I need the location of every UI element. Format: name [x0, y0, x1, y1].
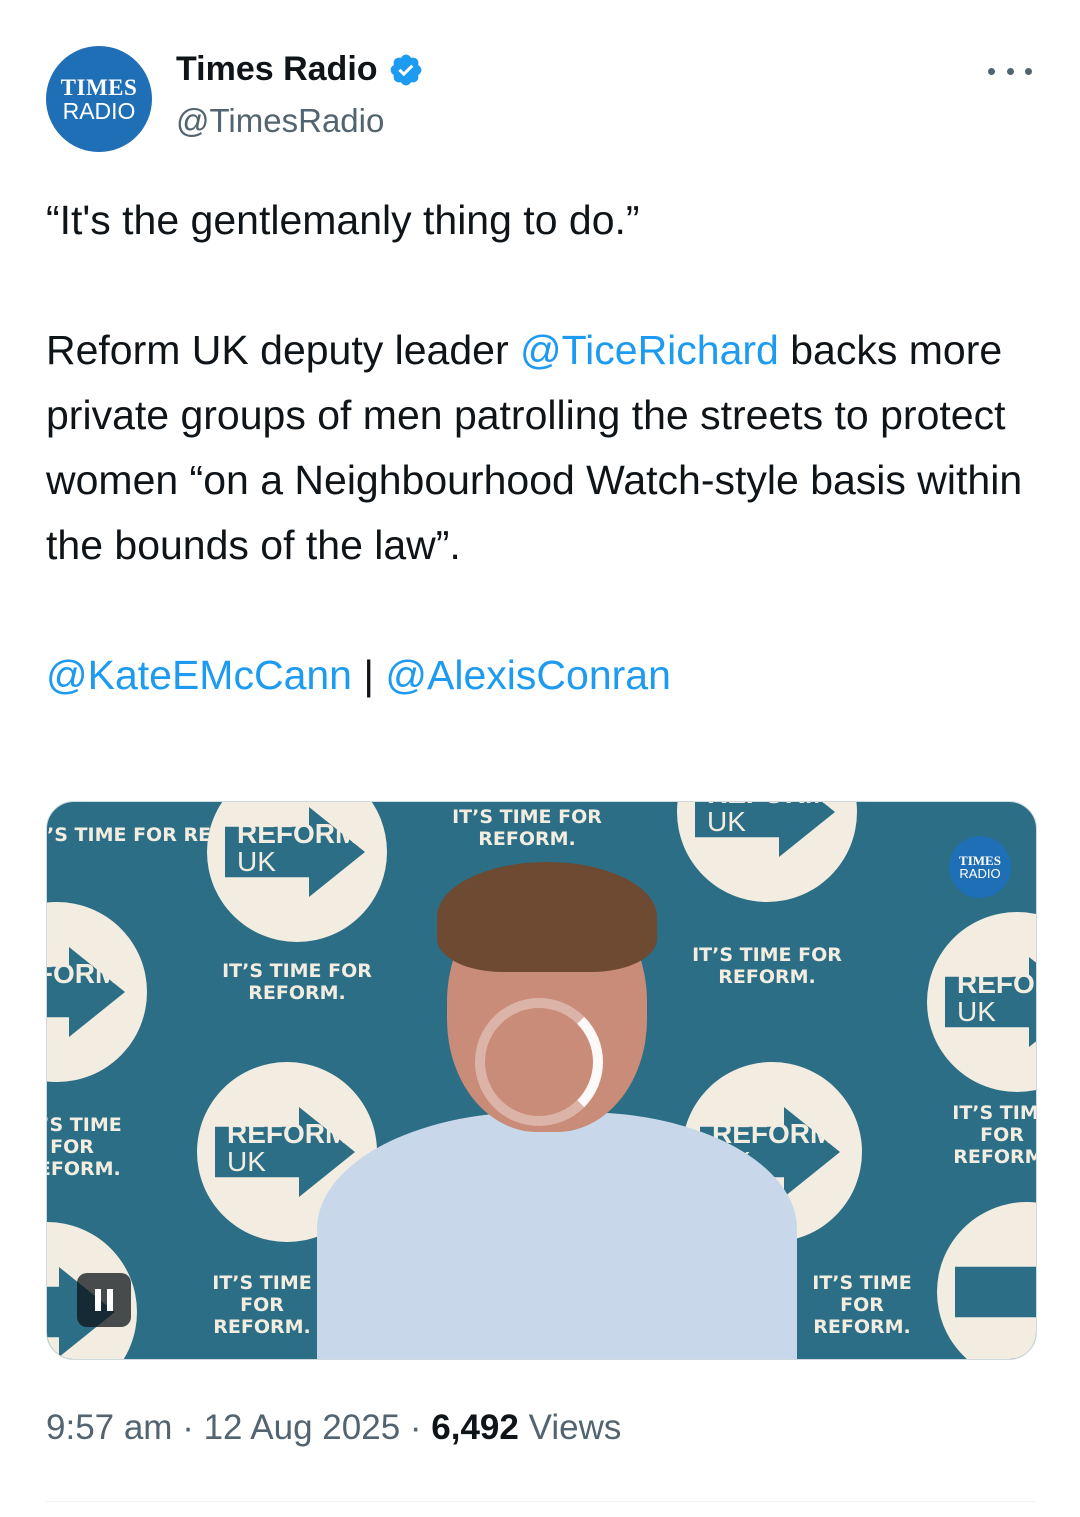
- credit-separator: |: [351, 652, 386, 698]
- user-handle[interactable]: @TimesRadio: [176, 102, 384, 140]
- logo-word: REFORM: [237, 818, 359, 849]
- avatar[interactable]: TIMES RADIO: [46, 46, 152, 152]
- speaker-hair: [437, 862, 657, 972]
- logo-text: REFORMUK: [957, 968, 1036, 1027]
- logo-uk: UK: [237, 846, 276, 877]
- backdrop-slogan: IT’S TIME FOR REFORM.: [952, 1102, 1037, 1168]
- tweet-header: TIMES RADIO Times Radio @TimesRadio: [46, 44, 1036, 154]
- more-dot: [1025, 67, 1032, 75]
- tweet-meta: 9:57 am · 12 Aug 2025 · 6,492 Views: [46, 1408, 621, 1448]
- more-dot: [1006, 67, 1014, 75]
- watermark-text-radio: RADIO: [959, 866, 1001, 881]
- logo-word: REFORM: [957, 968, 1036, 999]
- views-label: Views: [528, 1408, 622, 1447]
- avatar-text-times: TIMES: [60, 74, 138, 100]
- avatar-text-radio: RADIO: [62, 97, 136, 124]
- display-name[interactable]: Times Radio: [176, 50, 378, 89]
- more-options-icon[interactable]: [988, 56, 1032, 86]
- backdrop-slogan: IT’S TIME FOR REFORM.: [452, 806, 602, 850]
- more-dot: [988, 67, 995, 75]
- loading-spinner-icon: [475, 998, 603, 1126]
- backdrop-slogan: IT’S TIME FOR REFORM.: [812, 1272, 912, 1338]
- credit-mention-link[interactable]: @KateEMcCann: [46, 652, 352, 698]
- reform-logo: [937, 1202, 1036, 1359]
- verified-badge-icon: [390, 54, 421, 85]
- times-radio-watermark: TIMES RADIO: [949, 836, 1011, 898]
- video-player[interactable]: IT’S TIME FOR REFORM. IT’S TIME FOR REFO…: [46, 801, 1037, 1360]
- reform-logo: REFORMUK: [927, 912, 1036, 1092]
- logo-word: REFORM: [47, 958, 119, 989]
- tweet-body-lead: Reform UK deputy leader: [46, 327, 521, 373]
- logo-uk: UK: [957, 996, 996, 1027]
- pause-bar: [107, 1289, 113, 1311]
- meta-separator: ·: [172, 1408, 204, 1447]
- tweet-text: “It's the gentlemanly thing to do.” Refo…: [46, 188, 1036, 708]
- reform-logo: REFORM: [47, 902, 147, 1082]
- logo-uk: UK: [227, 1146, 266, 1177]
- logo-text: REFORM: [47, 958, 119, 989]
- logo-text: REFORMUK: [707, 802, 828, 837]
- name-row: Times Radio: [176, 50, 424, 89]
- credit-mention-link[interactable]: @AlexisConran: [385, 652, 670, 698]
- tweet-body: Reform UK deputy leader @TiceRichard bac…: [46, 318, 1036, 578]
- backdrop-slogan: IT’S TIME FOR REFORM.: [47, 1114, 122, 1180]
- logo-uk: UK: [707, 806, 746, 837]
- meta-separator: ·: [400, 1408, 432, 1447]
- tweet-date[interactable]: 12 Aug 2025: [204, 1408, 401, 1447]
- backdrop-slogan: IT’S TIME FOR REFORM.: [212, 1272, 312, 1338]
- pause-button[interactable]: [77, 1273, 131, 1327]
- tweet-quote: “It's the gentlemanly thing to do.”: [46, 197, 640, 243]
- divider: [46, 1501, 1036, 1502]
- logo-arrow: [955, 1247, 1036, 1337]
- tweet-time[interactable]: 9:57 am: [46, 1408, 172, 1447]
- tweet-credits: @KateEMcCann | @AlexisConran: [46, 643, 1036, 708]
- speaker-shirt: [317, 1112, 797, 1359]
- pause-bar: [95, 1289, 101, 1311]
- views-count: 6,492: [431, 1408, 519, 1447]
- mention-link[interactable]: @TiceRichard: [520, 327, 779, 373]
